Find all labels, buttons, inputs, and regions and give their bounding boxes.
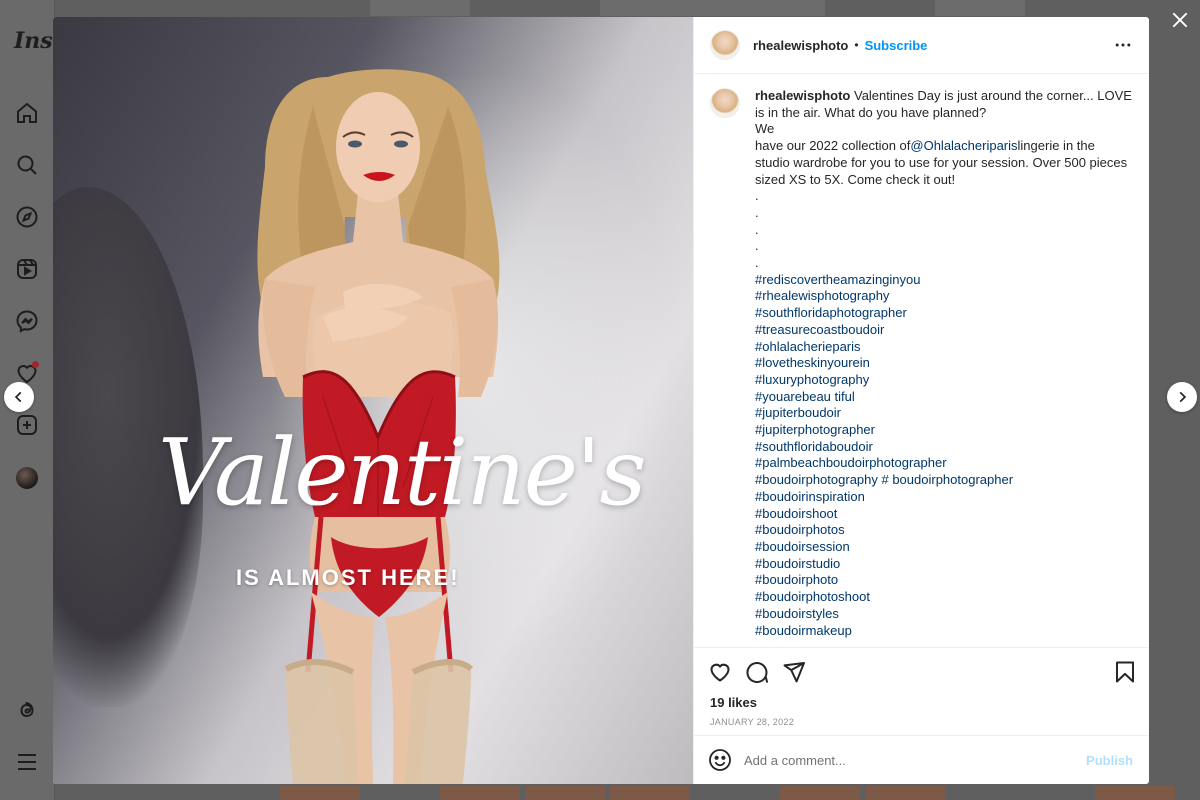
share-button[interactable] (782, 660, 806, 684)
hashtag-link[interactable]: #boudoirstyles (755, 606, 839, 621)
hashtag-link[interactable]: #boudoirphotoshoot (755, 589, 870, 604)
comment-input[interactable] (744, 752, 1087, 768)
model-figure (257, 69, 500, 784)
more-icon (1115, 43, 1131, 47)
background-thumbnail (280, 786, 360, 800)
caption-text-line3: have our 2022 collection of@Ohlalacherip… (755, 138, 1133, 188)
background-thumbnail (370, 0, 470, 16)
hashtag-link[interactable]: #youarebeau tiful (755, 389, 855, 404)
dot-line: . (755, 204, 759, 220)
background-thumbnail (935, 0, 1025, 16)
hashtag-link[interactable]: #boudoirshoot (755, 506, 837, 521)
next-post-button[interactable] (1167, 382, 1197, 412)
post-header: rhealewisphoto • Subscribe (694, 17, 1149, 74)
previous-post-button[interactable] (4, 382, 34, 412)
caption-dots: . . . . . (755, 188, 1133, 272)
emoji-icon[interactable] (708, 748, 732, 772)
close-button[interactable] (1168, 8, 1192, 32)
search-icon[interactable] (14, 152, 40, 178)
almost-here-subheadline: IS ALMOST HERE! (236, 565, 460, 590)
hashtag-link[interactable]: #boudoirphotography # boudoirphotographe… (755, 472, 1013, 487)
hashtag-link[interactable]: #lovetheskinyourein (755, 355, 870, 370)
hashtag-link[interactable]: #ohlalacherieparis (755, 339, 861, 354)
post-image[interactable]: Valentine's IS ALMOST HERE! (53, 17, 693, 784)
dot-line: . (755, 255, 759, 271)
post-modal: Valentine's IS ALMOST HERE! rhealewispho… (53, 17, 1149, 784)
subscribe-button[interactable]: Subscribe (865, 38, 928, 53)
hashtag-link[interactable]: #southfloridaboudoir (755, 439, 873, 454)
chevron-left-icon (14, 391, 22, 403)
messenger-icon[interactable] (14, 308, 40, 334)
valentines-headline: Valentine's (158, 419, 647, 526)
author-username[interactable]: rhealewisphoto (753, 38, 848, 53)
separator-dot: • (854, 38, 859, 52)
hashtag-link[interactable]: #jupiterphotographer (755, 422, 875, 437)
send-icon (783, 661, 805, 682)
hashtag-link[interactable]: #treasurecoastboudoir (755, 322, 884, 337)
post-actions (694, 647, 1149, 695)
comment-icon (746, 661, 768, 683)
reels-icon[interactable] (14, 256, 40, 282)
bookmark-icon (1116, 661, 1134, 682)
hashtag-link[interactable]: #jupiterboudoir (755, 405, 841, 420)
more-options-button[interactable] (1111, 33, 1135, 57)
background-thumbnail (1095, 786, 1175, 800)
hashtag-link[interactable]: #southfloridaphotographer (755, 305, 907, 320)
like-count[interactable]: 19 likes (694, 695, 1149, 713)
background-thumbnail (865, 786, 945, 800)
caption-author-avatar[interactable] (710, 88, 740, 118)
chevron-right-icon (1179, 391, 1187, 403)
post-date[interactable]: JANUARY 28, 2022 (694, 713, 1149, 735)
background-thumbnail (600, 0, 825, 16)
profile-avatar[interactable] (14, 465, 40, 491)
hashtag-link[interactable]: #rhealewisphotography (755, 288, 889, 303)
publish-button[interactable]: Publish (1086, 753, 1133, 768)
heart-icon (710, 663, 730, 682)
caption-text-line3-before: have our 2022 collection of (755, 138, 911, 154)
hashtag-link[interactable]: #rediscovertheamazinginyou (755, 272, 920, 287)
dot-line: . (755, 238, 759, 254)
close-icon (1172, 12, 1188, 28)
dot-line: . (755, 188, 759, 204)
create-icon[interactable] (14, 412, 40, 438)
post-details-panel: rhealewisphoto • Subscribe rhealewisphot… (693, 17, 1149, 784)
hashtag-list: #rediscovertheamazinginyou #rhealewispho… (755, 272, 1133, 639)
hashtag-link[interactable]: #boudoirsession (755, 539, 850, 554)
caption-intro: rhealewisphoto Valentines Day is just ar… (755, 88, 1133, 121)
avatar (16, 467, 38, 489)
hashtag-link[interactable]: #luxuryphotography (755, 372, 869, 387)
hashtag-link[interactable]: #palmbeachboudoirphotographer (755, 455, 947, 470)
hashtag-link[interactable]: #boudoirinspiration (755, 489, 865, 504)
caption-area: rhealewisphoto Valentines Day is just ar… (694, 74, 1149, 647)
background-thumbnail (525, 786, 605, 800)
caption-text-line2: We (755, 121, 775, 137)
hashtag-link[interactable]: #boudoirstudio (755, 556, 840, 571)
author-avatar[interactable] (710, 30, 740, 60)
menu-icon[interactable] (14, 749, 40, 775)
like-button[interactable] (708, 660, 732, 684)
dot-line: . (755, 221, 759, 237)
hashtag-link[interactable]: #boudoirphotos (755, 522, 845, 537)
background-thumbnail (780, 786, 860, 800)
hashtag-link[interactable]: #boudoirphoto (755, 572, 838, 587)
home-icon[interactable] (14, 100, 40, 126)
save-button[interactable] (1113, 660, 1137, 684)
comment-bar: Publish (694, 735, 1149, 784)
caption-author[interactable]: rhealewisphoto (755, 88, 850, 103)
mention-link[interactable]: @Ohlalacheriparis (910, 138, 1017, 153)
caption-body: rhealewisphoto Valentines Day is just ar… (755, 88, 1133, 647)
explore-icon[interactable] (14, 204, 40, 230)
background-thumbnail (440, 786, 520, 800)
background-thumbnail (610, 786, 690, 800)
comment-button[interactable] (745, 660, 769, 684)
hashtag-link[interactable]: #boudoirmakeup (755, 623, 852, 638)
notification-dot (32, 361, 39, 368)
threads-icon[interactable] (14, 697, 40, 723)
